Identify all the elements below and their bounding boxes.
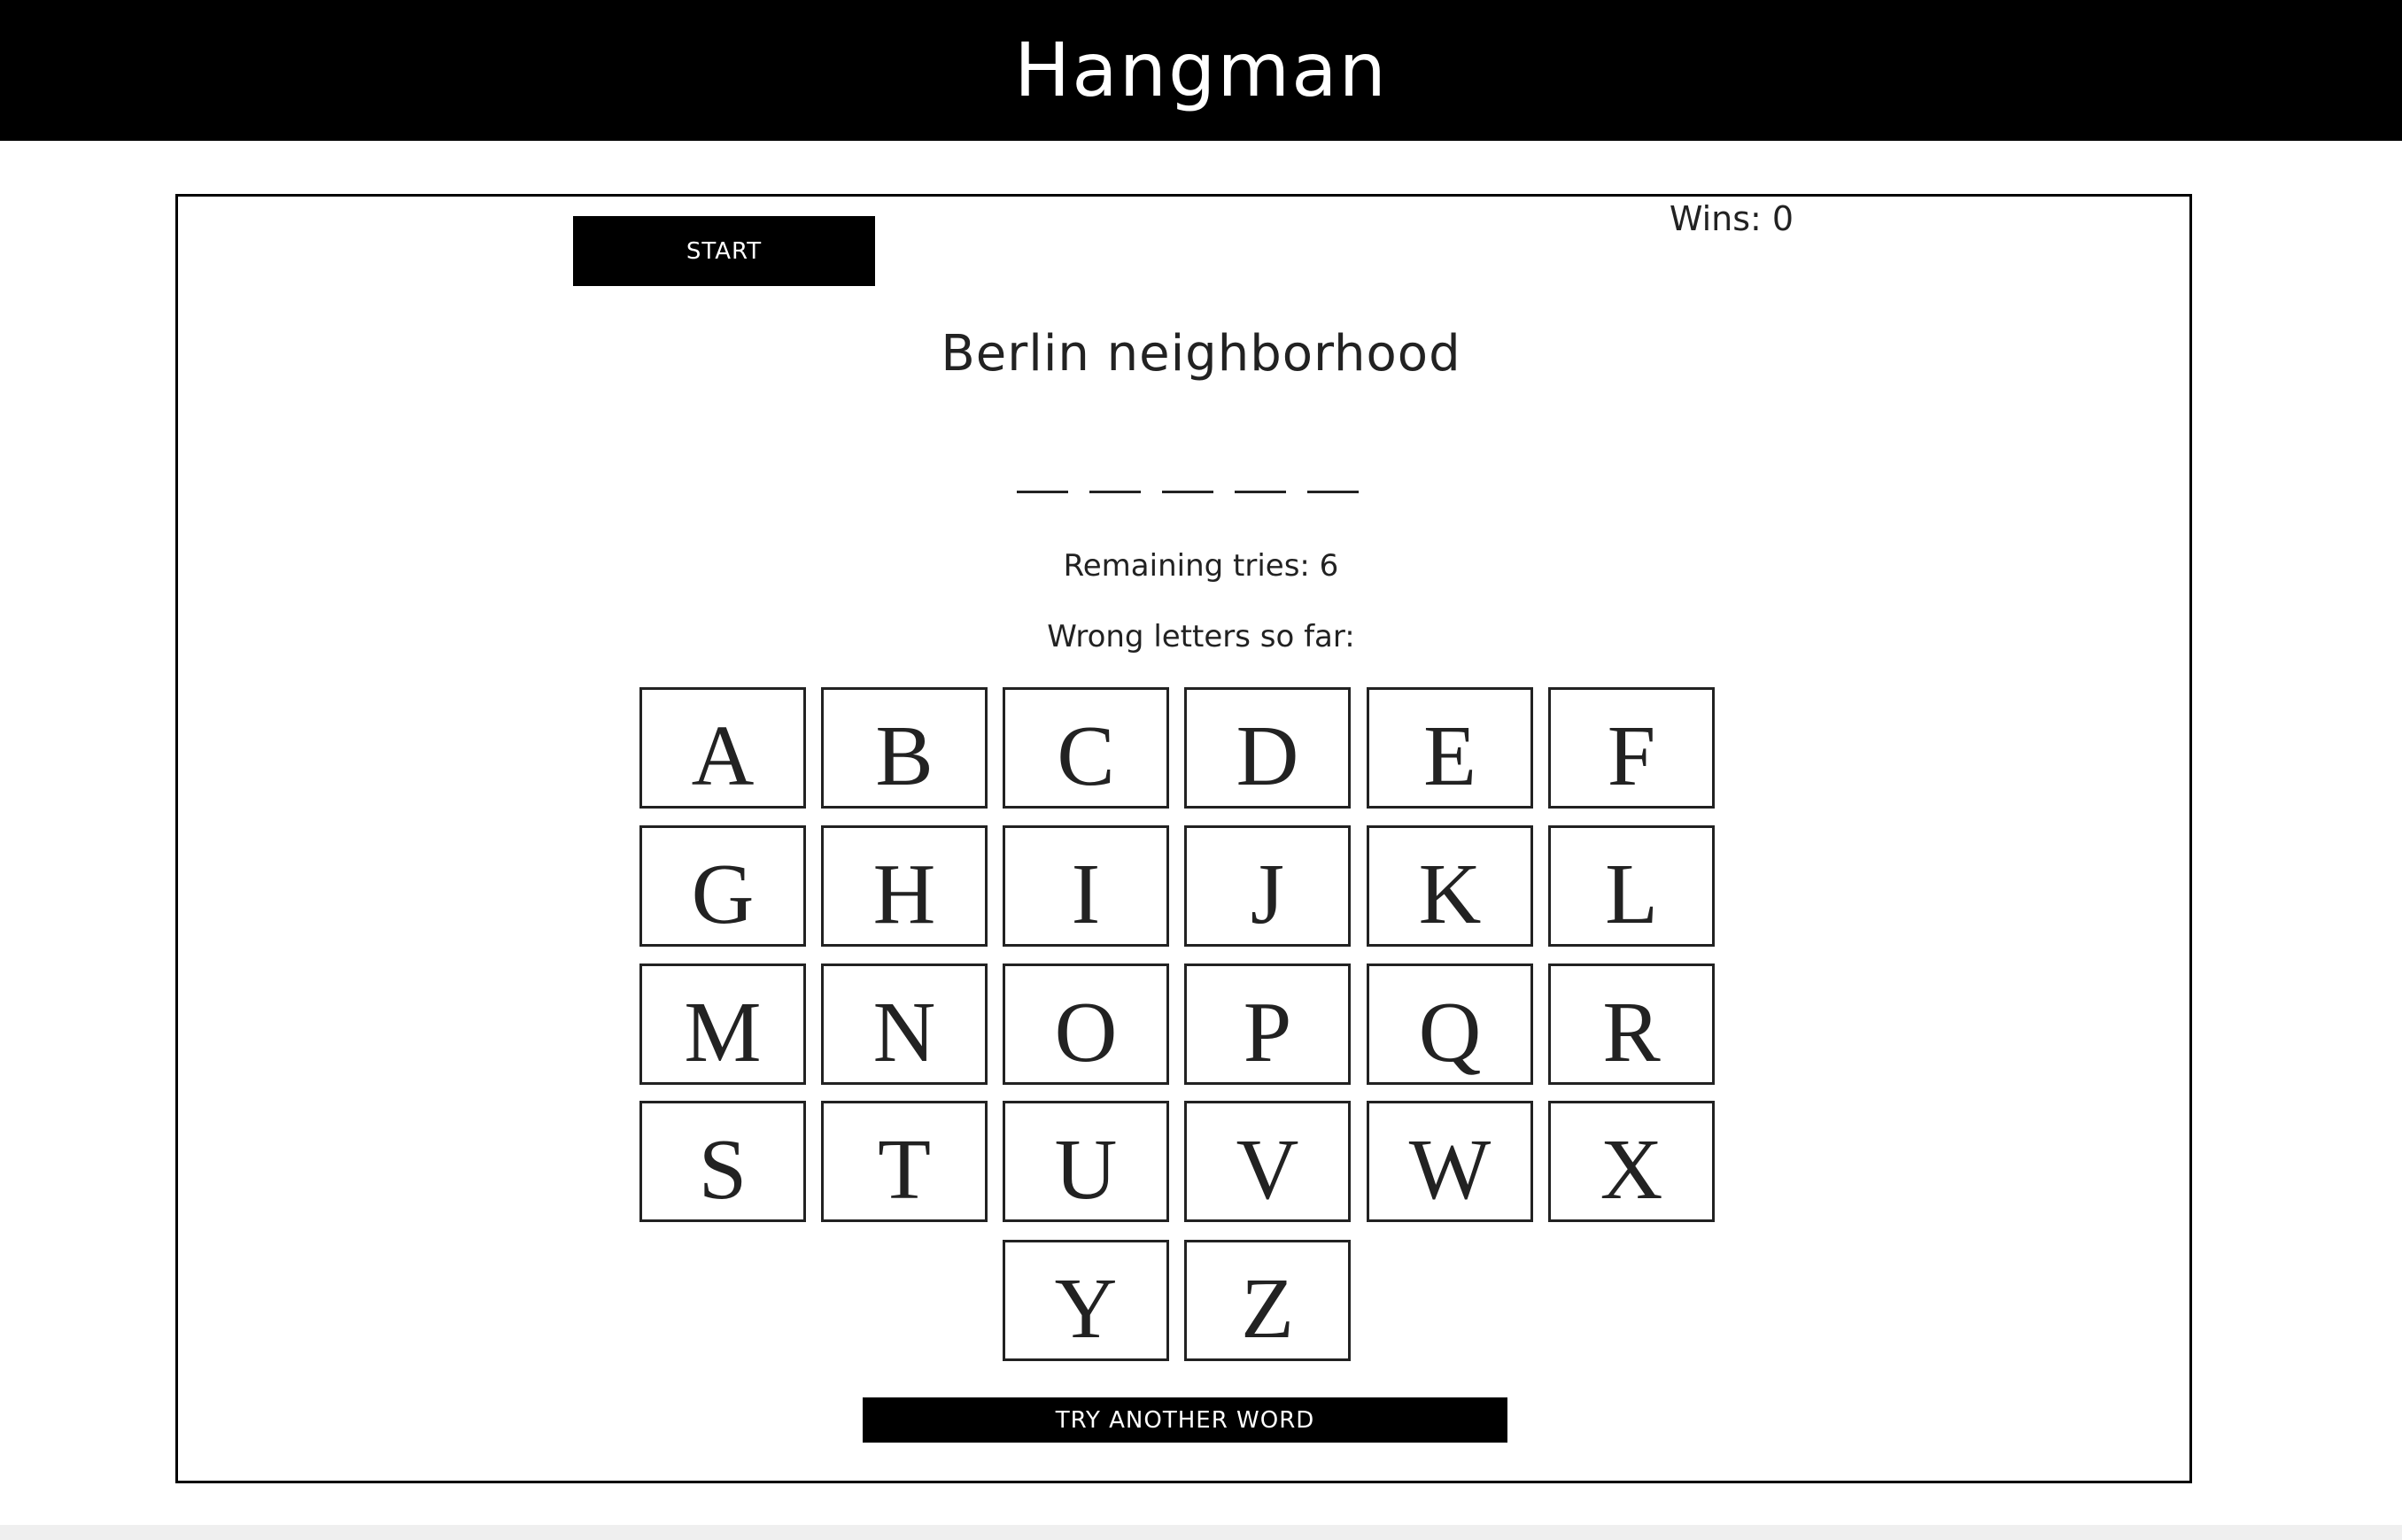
bottom-strip: [0, 1525, 2402, 1540]
letter-key-a[interactable]: A: [639, 687, 806, 809]
wins-counter: Wins: 0: [1669, 199, 1794, 238]
letter-key-t[interactable]: T: [821, 1101, 988, 1222]
letter-key-j[interactable]: J: [1184, 825, 1351, 947]
letter-key-o[interactable]: O: [1003, 963, 1169, 1085]
letter-key-z[interactable]: Z: [1184, 1240, 1351, 1361]
letter-slot: [1307, 491, 1359, 493]
letter-key-q[interactable]: Q: [1367, 963, 1533, 1085]
letter-key-b[interactable]: B: [821, 687, 988, 809]
letter-key-i[interactable]: I: [1003, 825, 1169, 947]
letter-slot: [1017, 491, 1068, 493]
app-title: Hangman: [1014, 27, 1388, 113]
letter-slot: [1089, 491, 1141, 493]
letter-key-d[interactable]: D: [1184, 687, 1351, 809]
letter-key-k[interactable]: K: [1367, 825, 1533, 947]
letter-key-c[interactable]: C: [1003, 687, 1169, 809]
letter-key-w[interactable]: W: [1367, 1101, 1533, 1222]
letter-slot: [1235, 491, 1286, 493]
letter-key-l[interactable]: L: [1548, 825, 1715, 947]
letter-key-p[interactable]: P: [1184, 963, 1351, 1085]
letter-key-y[interactable]: Y: [1003, 1240, 1169, 1361]
letter-key-r[interactable]: R: [1548, 963, 1715, 1085]
try-another-word-button[interactable]: TRY ANOTHER WORD: [863, 1397, 1507, 1443]
letter-key-x[interactable]: X: [1548, 1101, 1715, 1222]
letter-key-u[interactable]: U: [1003, 1101, 1169, 1222]
letter-key-e[interactable]: E: [1367, 687, 1533, 809]
letter-key-h[interactable]: H: [821, 825, 988, 947]
wrong-letters: Wrong letters so far:: [1047, 619, 1355, 654]
letter-key-n[interactable]: N: [821, 963, 988, 1085]
letter-slot: [1162, 491, 1213, 493]
letter-key-v[interactable]: V: [1184, 1101, 1351, 1222]
letter-key-s[interactable]: S: [639, 1101, 806, 1222]
letter-key-m[interactable]: M: [639, 963, 806, 1085]
category-hint: Berlin neighborhood: [941, 325, 1461, 383]
letter-key-g[interactable]: G: [639, 825, 806, 947]
start-button[interactable]: START: [573, 216, 875, 286]
letter-key-f[interactable]: F: [1548, 687, 1715, 809]
remaining-tries: Remaining tries: 6: [1063, 548, 1339, 584]
word-slots: [1010, 460, 1364, 514]
